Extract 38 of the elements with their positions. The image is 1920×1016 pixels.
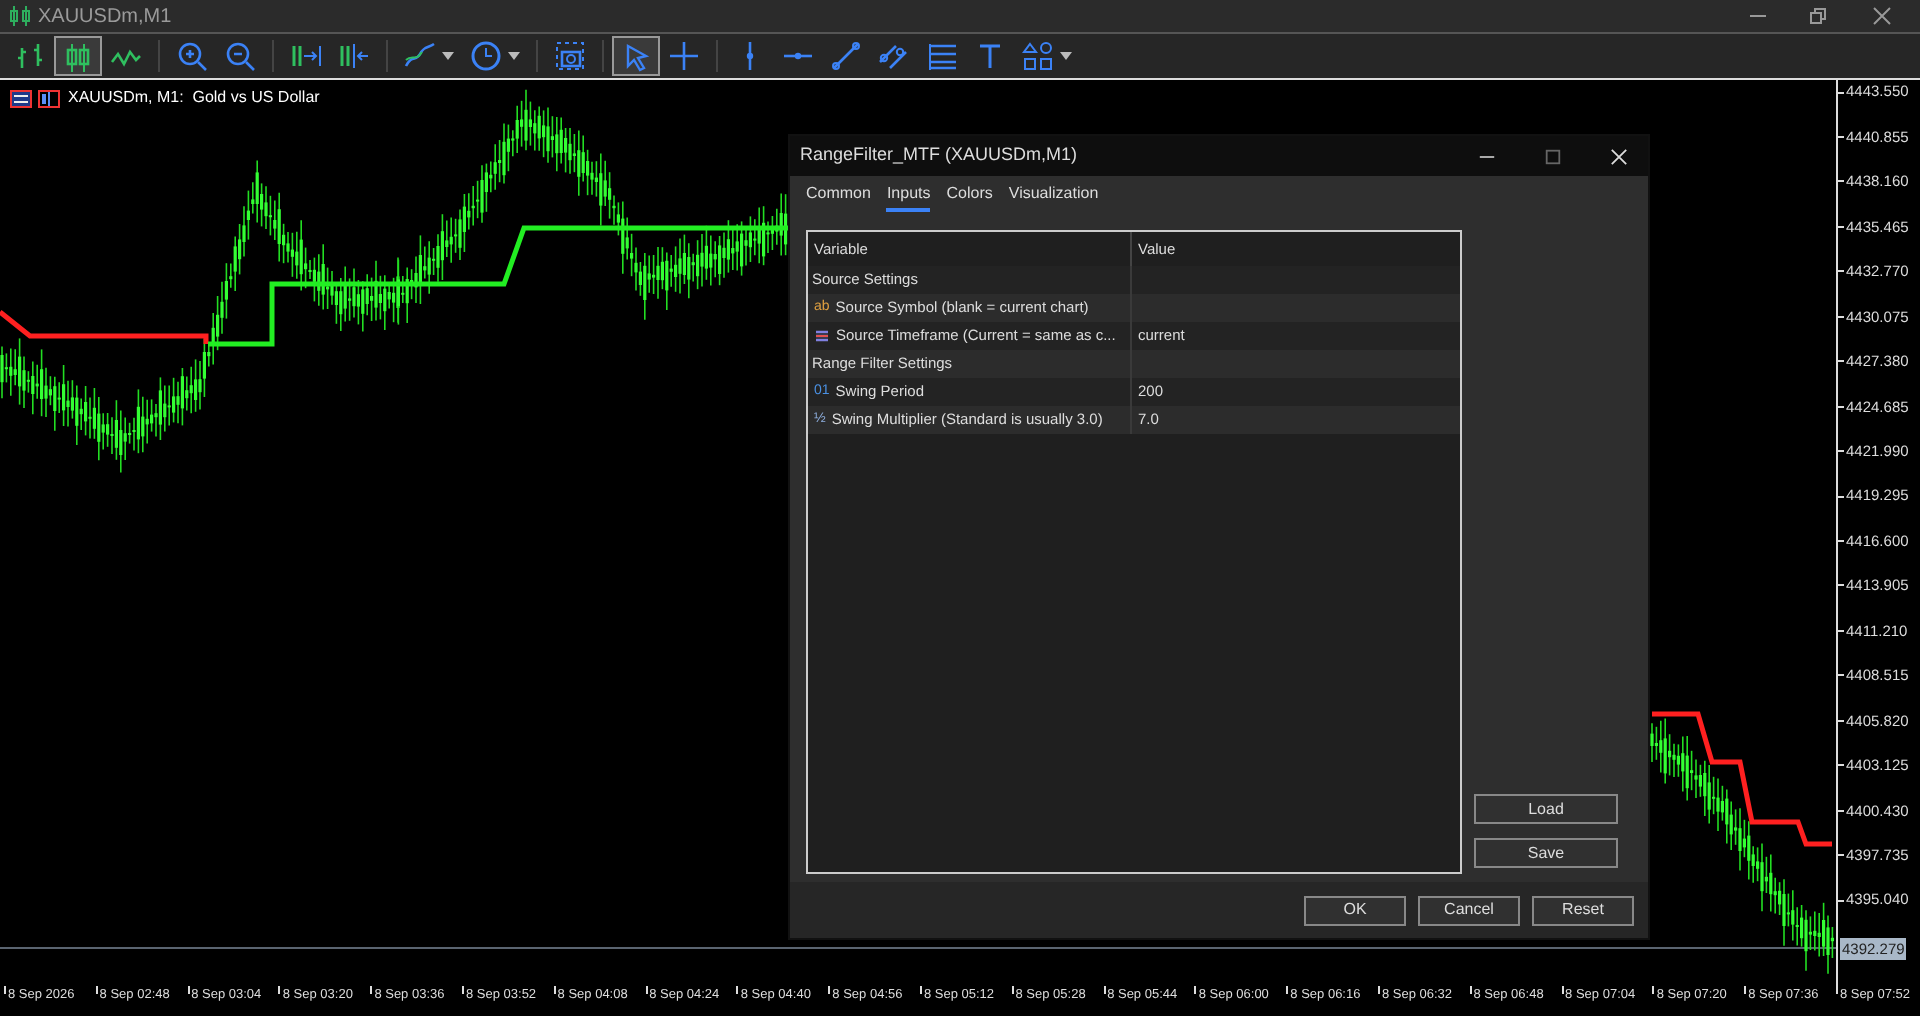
trend-line-icon (830, 40, 862, 72)
candles-button[interactable] (54, 36, 102, 76)
zoom-in-icon (176, 40, 208, 72)
dialog-button[interactable]: Reset (1532, 895, 1634, 925)
camera-icon (554, 40, 586, 72)
channel-icon (878, 40, 910, 72)
window-title: XAUUSDm,M1 (38, 3, 172, 31)
cursor-button[interactable] (612, 36, 660, 76)
shapes-icon (1022, 40, 1054, 72)
tab[interactable]: Colors (946, 182, 993, 212)
dialog-title: RangeFilter_MTF (XAUUSDm,M1) (800, 142, 1078, 169)
dialog-button[interactable]: OK (1304, 895, 1406, 925)
maximize-icon[interactable] (1544, 147, 1562, 165)
dialog-button[interactable]: Load (1474, 794, 1618, 824)
tab[interactable]: Inputs (886, 182, 931, 212)
caret-icon (1060, 52, 1072, 60)
text-tool-icon (974, 40, 1006, 72)
clock-icon (470, 40, 502, 72)
bars-icon (14, 40, 46, 72)
candles-icon (62, 40, 94, 72)
crosshair-icon (668, 40, 700, 72)
chart-icon (10, 89, 32, 107)
indicator-icon (404, 40, 436, 72)
chart-legend: XAUUSDm, M1: Gold vs US Dollar (68, 86, 320, 110)
caret-icon (442, 52, 454, 60)
dialog-button[interactable]: Cancel (1418, 895, 1520, 925)
caret-icon (508, 52, 520, 60)
list-type-icon (814, 328, 830, 344)
tab[interactable]: Visualization (1008, 182, 1099, 212)
grid-icon (38, 89, 60, 107)
zoom-out-icon (224, 40, 256, 72)
fibonacci-icon (926, 40, 958, 72)
scroll-end-icon (290, 40, 322, 72)
chart-shift-icon (338, 40, 370, 72)
restore-icon[interactable] (1808, 6, 1828, 26)
dialog-button[interactable]: Save (1474, 838, 1618, 868)
tab[interactable]: Common (806, 182, 871, 212)
candles-icon (10, 6, 30, 26)
